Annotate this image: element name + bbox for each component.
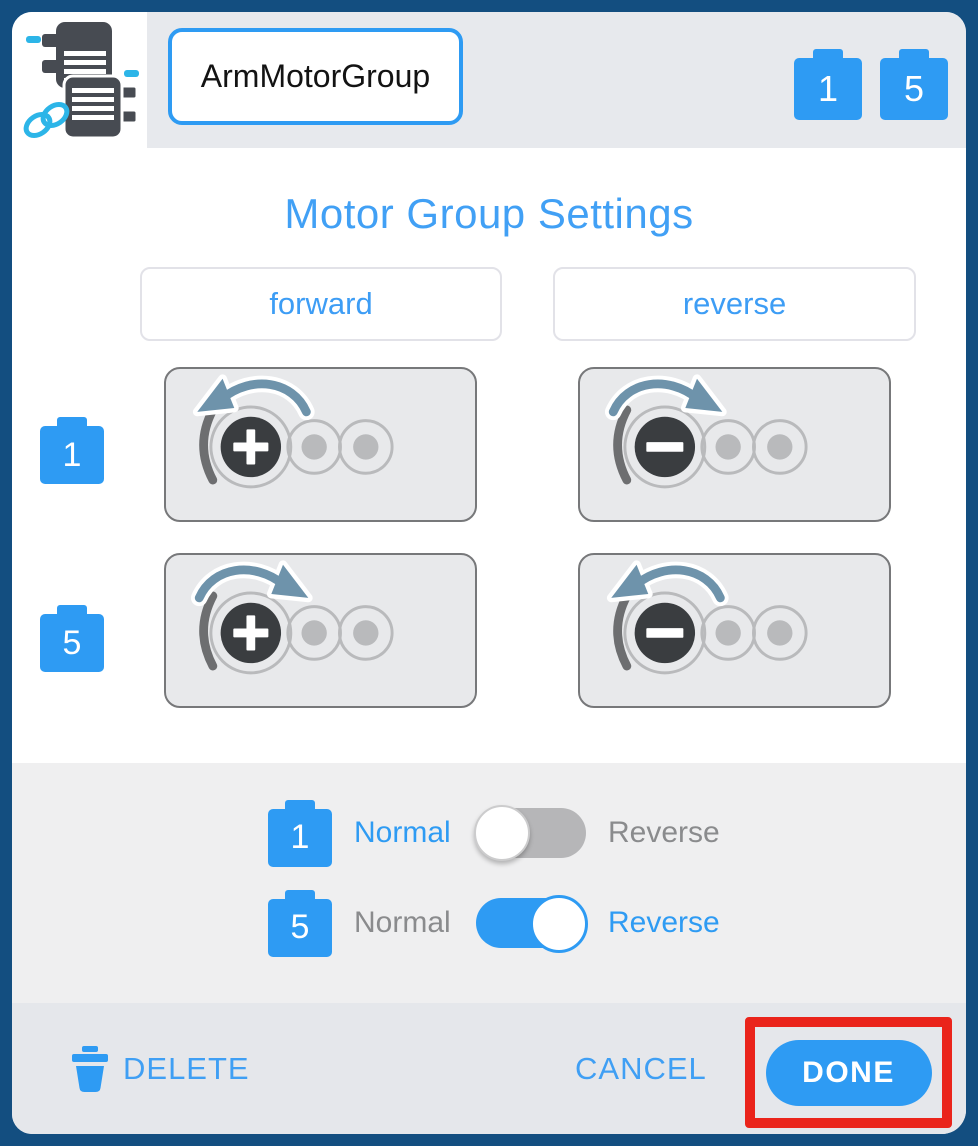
direction-switch-port5[interactable] [476, 898, 586, 948]
device-icon-tab [12, 12, 147, 148]
column-header-reverse: reverse [553, 267, 916, 341]
normal-label-port1: Normal [354, 816, 454, 850]
header-port-badge-1: 1 [794, 58, 862, 120]
header-port-badge-5: 5 [880, 58, 948, 120]
direction-toggle-row-port5: 5 Normal Reverse [268, 884, 708, 962]
motor-preview-port1-reverse [578, 367, 891, 522]
motor-group-icon [20, 20, 140, 146]
motor-preview-port1-forward [164, 367, 477, 522]
toggle-port-badge-5: 5 [268, 899, 332, 957]
motor-group-settings-dialog: 1 5 Motor Group Settings forward reverse… [12, 12, 966, 1134]
row-port-badge-5: 5 [40, 614, 104, 672]
column-header-forward: forward [140, 267, 502, 341]
normal-label-port5: Normal [354, 906, 454, 940]
done-button[interactable]: DONE [766, 1040, 932, 1106]
switch-knob[interactable] [530, 895, 588, 953]
page-title: Motor Group Settings [12, 190, 966, 238]
direction-toggle-row-port1: 1 Normal Reverse [268, 794, 708, 872]
link-icon [22, 100, 71, 140]
header-port-badges: 1 5 [794, 49, 948, 120]
reverse-label-port5: Reverse [608, 906, 708, 940]
delete-button[interactable]: DELETE [70, 1046, 250, 1092]
row-port-badge-1: 1 [40, 426, 104, 484]
toggle-port-badge-1: 1 [268, 809, 332, 867]
motor-preview-port5-reverse [578, 553, 891, 708]
delete-label: DELETE [123, 1051, 250, 1087]
cancel-button[interactable]: CANCEL [575, 1051, 707, 1087]
motor-group-name-input[interactable] [168, 28, 463, 125]
switch-knob[interactable] [474, 805, 530, 861]
reverse-label-port1: Reverse [608, 816, 708, 850]
motor-preview-port5-forward [164, 553, 477, 708]
trash-icon [70, 1046, 110, 1092]
direction-switch-port1[interactable] [476, 808, 586, 858]
annotation-highlight: DONE [745, 1017, 952, 1128]
